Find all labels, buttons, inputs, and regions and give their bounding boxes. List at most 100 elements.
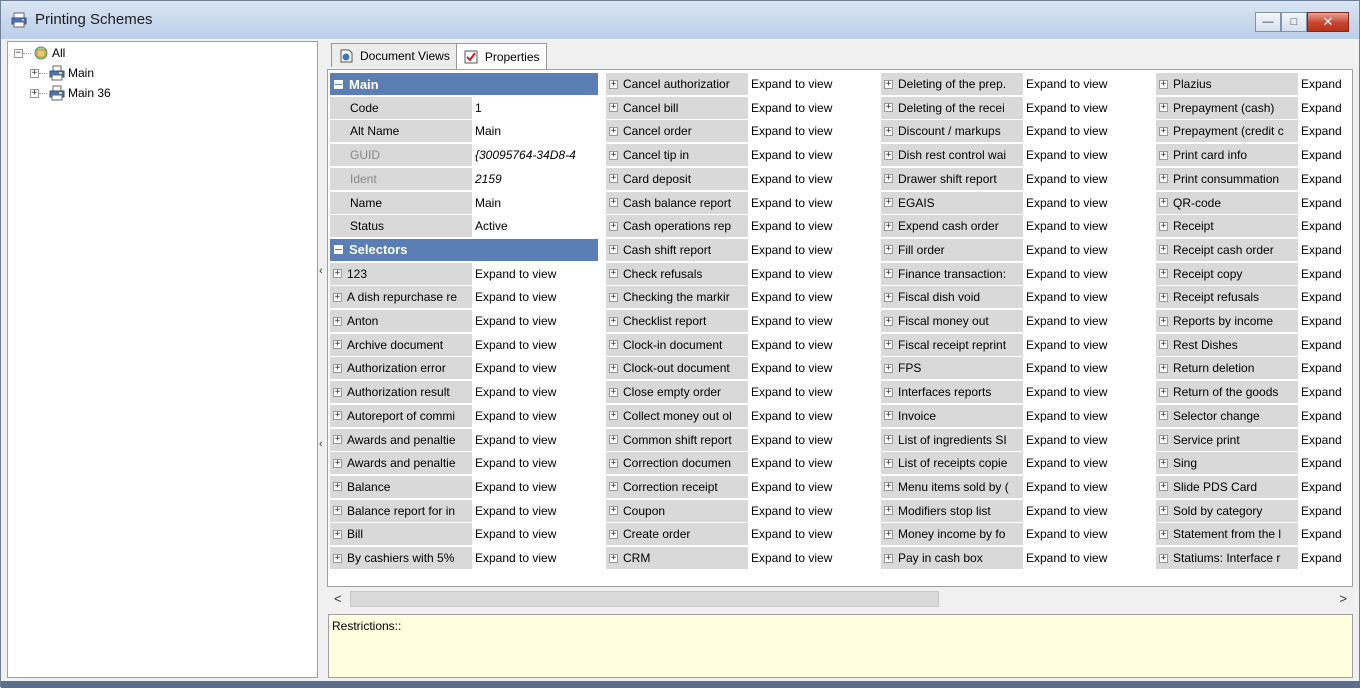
selector-value[interactable]: Expand to view bbox=[472, 381, 601, 403]
expand-icon[interactable]: + bbox=[884, 553, 893, 563]
selector-value[interactable]: Expand to view bbox=[1023, 144, 1152, 166]
selector-row[interactable]: + Close empty order Expand to view bbox=[604, 380, 879, 404]
selector-row[interactable]: + Correction documen Expand to view bbox=[604, 451, 879, 475]
selector-value[interactable]: Expand to view bbox=[1023, 547, 1152, 569]
property-row[interactable]: Alt Name Main bbox=[328, 119, 603, 143]
expand-icon[interactable]: + bbox=[333, 482, 342, 492]
selector-row[interactable]: + Archive document Expand to view bbox=[328, 333, 603, 357]
expand-icon[interactable]: + bbox=[333, 411, 342, 421]
selector-value[interactable]: Expand to view bbox=[748, 500, 877, 522]
selector-row[interactable]: + Receipt refusals Expand bbox=[1154, 285, 1352, 309]
expand-icon[interactable]: + bbox=[609, 316, 618, 326]
expand-icon[interactable]: + bbox=[333, 458, 342, 468]
selector-row[interactable]: + Balance report for in Expand to view bbox=[328, 499, 603, 523]
property-row[interactable]: Name Main bbox=[328, 191, 603, 215]
expand-icon[interactable]: + bbox=[884, 506, 893, 516]
selector-value[interactable]: Expand bbox=[1298, 381, 1352, 403]
selector-row[interactable]: + Coupon Expand to view bbox=[604, 499, 879, 523]
selector-row[interactable]: + Create order Expand to view bbox=[604, 522, 879, 546]
expand-icon[interactable]: + bbox=[333, 506, 342, 516]
expand-icon[interactable]: + bbox=[884, 435, 893, 444]
expand-icon[interactable]: + bbox=[609, 411, 618, 421]
expand-icon[interactable]: + bbox=[609, 174, 618, 184]
selector-value[interactable]: Expand to view bbox=[748, 286, 877, 308]
selector-row[interactable]: + Menu items sold by (Expand to view bbox=[879, 475, 1154, 499]
scrollbar-thumb[interactable] bbox=[350, 591, 939, 607]
selector-row[interactable]: + Drawer shift report Expand to view bbox=[879, 167, 1154, 191]
maximize-button[interactable]: □ bbox=[1281, 12, 1307, 32]
scheme-tree[interactable]: − All + Main + Main 36 bbox=[7, 41, 318, 678]
selector-row[interactable]: + Dish rest control wai Expand to view bbox=[879, 143, 1154, 167]
selector-value[interactable]: Expand to view bbox=[748, 239, 877, 261]
selector-value[interactable]: Expand bbox=[1298, 144, 1352, 166]
expand-icon[interactable]: + bbox=[333, 529, 342, 539]
selector-row[interactable]: + Cash operations rep Expand to view bbox=[604, 214, 879, 238]
selector-row[interactable]: + Receipt Expand bbox=[1154, 214, 1352, 238]
selector-row[interactable]: + Awards and penaltie Expand to view bbox=[328, 428, 603, 452]
selector-value[interactable]: Expand to view bbox=[748, 334, 877, 356]
expand-icon[interactable]: + bbox=[884, 292, 893, 302]
expand-icon[interactable]: + bbox=[884, 269, 893, 279]
expand-icon[interactable]: + bbox=[1159, 269, 1168, 279]
selector-value[interactable]: Expand to view bbox=[1023, 73, 1152, 95]
title-bar[interactable]: Printing Schemes — □ ✕ bbox=[1, 1, 1359, 39]
selector-row[interactable]: + Deleting of the prep. Expand to view bbox=[879, 72, 1154, 96]
expand-icon[interactable]: + bbox=[609, 198, 618, 207]
expand-icon[interactable]: + bbox=[1159, 387, 1168, 397]
expand-icon[interactable]: + bbox=[333, 363, 342, 373]
expand-icon[interactable]: + bbox=[333, 553, 342, 563]
selector-value[interactable]: Expand bbox=[1298, 500, 1352, 522]
expand-icon[interactable]: + bbox=[1159, 126, 1168, 136]
splitter-collapse-icon[interactable]: ‹ bbox=[319, 265, 323, 277]
selector-row[interactable]: + Pay in cash box Expand to view bbox=[879, 546, 1154, 570]
collapse-icon[interactable] bbox=[334, 245, 343, 255]
expand-icon[interactable]: + bbox=[333, 340, 342, 350]
selector-value[interactable]: Expand bbox=[1298, 168, 1352, 190]
expand-icon[interactable]: + bbox=[1159, 553, 1168, 563]
selector-value[interactable]: Expand to view bbox=[472, 405, 601, 427]
expand-icon[interactable]: + bbox=[609, 292, 618, 302]
selector-value[interactable]: Expand bbox=[1298, 215, 1352, 237]
selector-row[interactable]: + Checking the markir Expand to view bbox=[604, 285, 879, 309]
selector-row[interactable]: + Statement from the l Expand bbox=[1154, 522, 1352, 546]
selector-value[interactable]: Expand to view bbox=[748, 263, 877, 285]
selector-row[interactable]: + Invoice Expand to view bbox=[879, 404, 1154, 428]
selector-value[interactable]: Expand to view bbox=[472, 286, 601, 308]
selector-value[interactable]: Expand bbox=[1298, 310, 1352, 332]
selector-row[interactable]: + CRM Expand to view bbox=[604, 546, 879, 570]
selector-value[interactable]: Expand bbox=[1298, 334, 1352, 356]
selector-value[interactable]: Expand to view bbox=[748, 547, 877, 569]
expand-icon[interactable]: + bbox=[609, 221, 618, 231]
tree-item-main-36[interactable]: + Main 36 bbox=[30, 84, 111, 102]
expand-icon[interactable]: + bbox=[609, 363, 618, 373]
selector-value[interactable]: Expand to view bbox=[748, 452, 877, 474]
selector-value[interactable]: Expand to view bbox=[1023, 310, 1152, 332]
selector-row[interactable]: + Plazius Expand bbox=[1154, 72, 1352, 96]
selector-value[interactable]: Expand to view bbox=[1023, 405, 1152, 427]
selector-row[interactable]: + Common shift report Expand to view bbox=[604, 428, 879, 452]
selector-row[interactable]: + Cancel tip in Expand to view bbox=[604, 143, 879, 167]
selector-row[interactable]: + Cash shift report Expand to view bbox=[604, 238, 879, 262]
expand-icon[interactable]: + bbox=[609, 529, 618, 539]
selector-value[interactable]: Expand to view bbox=[748, 476, 877, 498]
selector-value[interactable]: Expand to view bbox=[472, 476, 601, 498]
property-value[interactable]: 1 bbox=[472, 97, 601, 119]
tab-document-views[interactable]: Document Views bbox=[331, 43, 457, 67]
selector-row[interactable]: + Statiums: Interface r Expand bbox=[1154, 546, 1352, 570]
selector-row[interactable]: + Prepayment (cash) Expand bbox=[1154, 96, 1352, 120]
expand-icon[interactable]: + bbox=[609, 458, 618, 468]
expand-icon[interactable]: + bbox=[1159, 340, 1168, 350]
selector-value[interactable]: Expand to view bbox=[472, 310, 601, 332]
property-value[interactable]: Active bbox=[472, 215, 601, 237]
expand-icon[interactable]: + bbox=[884, 387, 893, 397]
selector-row[interactable]: + Discount / markups Expand to view bbox=[879, 119, 1154, 143]
selector-value[interactable]: Expand to view bbox=[1023, 263, 1152, 285]
expand-icon[interactable]: + bbox=[1159, 458, 1168, 468]
property-row[interactable]: Ident 2159 bbox=[328, 167, 603, 191]
expand-icon[interactable]: + bbox=[609, 126, 618, 136]
expand-icon[interactable]: + bbox=[1159, 103, 1168, 113]
property-value[interactable]: {30095764-34D8-4 bbox=[472, 144, 601, 166]
selector-row[interactable]: + Check refusals Expand to view bbox=[604, 262, 879, 286]
selector-value[interactable]: Expand to view bbox=[748, 168, 877, 190]
selector-row[interactable]: + Receipt copy Expand bbox=[1154, 262, 1352, 286]
